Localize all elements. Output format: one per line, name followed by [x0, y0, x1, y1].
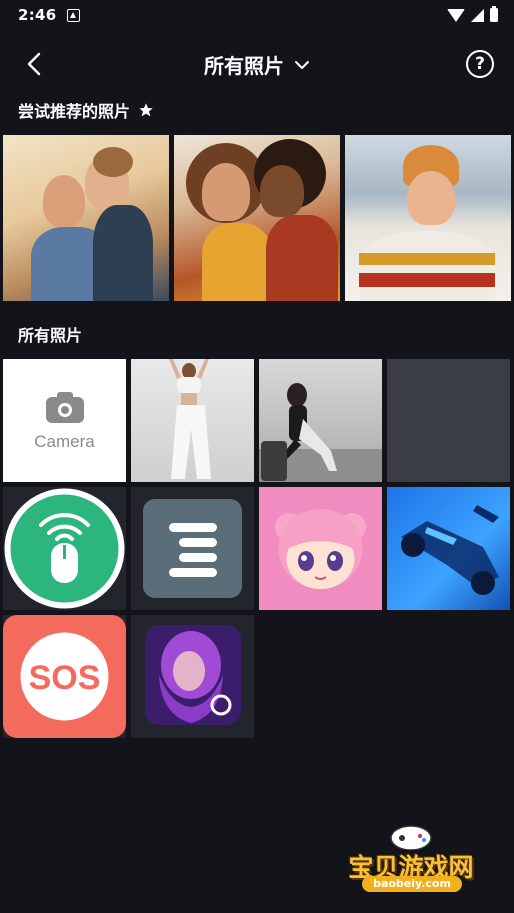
ai-portrait-image — [145, 625, 241, 725]
help-icon: ? — [475, 54, 485, 74]
watermark-url: baobeiy.com — [362, 876, 462, 892]
battery-icon — [490, 6, 498, 22]
photo-sos-app-icon[interactable]: SOS — [3, 615, 126, 738]
notification-icon — [66, 8, 80, 22]
header: 所有照片 ? — [0, 36, 514, 92]
recommended-title: 尝试推荐的照片 — [18, 102, 131, 121]
photo-menu-app-icon[interactable] — [131, 487, 254, 610]
fitness-woman-image — [169, 359, 211, 479]
wifi-icon — [447, 8, 465, 22]
all-photos-title: 所有照片 — [18, 326, 83, 345]
status-bar: 2:46 — [0, 0, 514, 30]
site-watermark: 宝贝游戏网 baobeiy.com — [336, 820, 486, 900]
photo-anime-girl-icon[interactable] — [259, 487, 382, 610]
status-time: 2:46 — [18, 6, 57, 24]
camera-tile[interactable]: Camera — [3, 359, 126, 482]
photo-girl-sitting[interactable] — [259, 359, 382, 482]
girl-sitting-image — [259, 383, 382, 482]
all-photos-section-title: 所有照片 — [18, 322, 82, 346]
photo-mouse-app-icon[interactable] — [3, 487, 126, 610]
help-button[interactable]: ? — [466, 50, 494, 78]
album-selector[interactable]: 所有照片 — [0, 50, 514, 79]
photo-grid: Camera SOS — [3, 359, 511, 738]
recommended-photo-couple-piggyback[interactable] — [3, 135, 169, 301]
recommended-section-title: 尝试推荐的照片 — [18, 98, 154, 122]
anime-girl-image — [275, 509, 366, 589]
cellular-signal-icon — [471, 8, 484, 22]
recommended-photo-woman-sweater[interactable] — [345, 135, 511, 301]
menu-lines-icon — [143, 499, 242, 598]
camera-label: Camera — [34, 431, 95, 451]
remote-mouse-icon — [4, 488, 125, 609]
photo-fitness-woman[interactable] — [131, 359, 254, 482]
chevron-down-icon — [295, 60, 309, 69]
camera-icon — [45, 391, 84, 423]
sos-icon: SOS — [3, 615, 126, 738]
svg-text:SOS: SOS — [29, 659, 101, 697]
recommended-photo-couple-hug[interactable] — [174, 135, 340, 301]
star-icon — [139, 103, 153, 117]
photo-blank-gray[interactable] — [387, 359, 510, 482]
page-title: 所有照片 — [204, 54, 284, 78]
race-car-image — [401, 505, 499, 595]
photo-race-car-icon[interactable] — [387, 487, 510, 610]
recommended-photos — [3, 135, 511, 301]
gamepad-mascot-icon — [390, 825, 432, 850]
photo-ai-girl-icon[interactable] — [131, 615, 254, 738]
